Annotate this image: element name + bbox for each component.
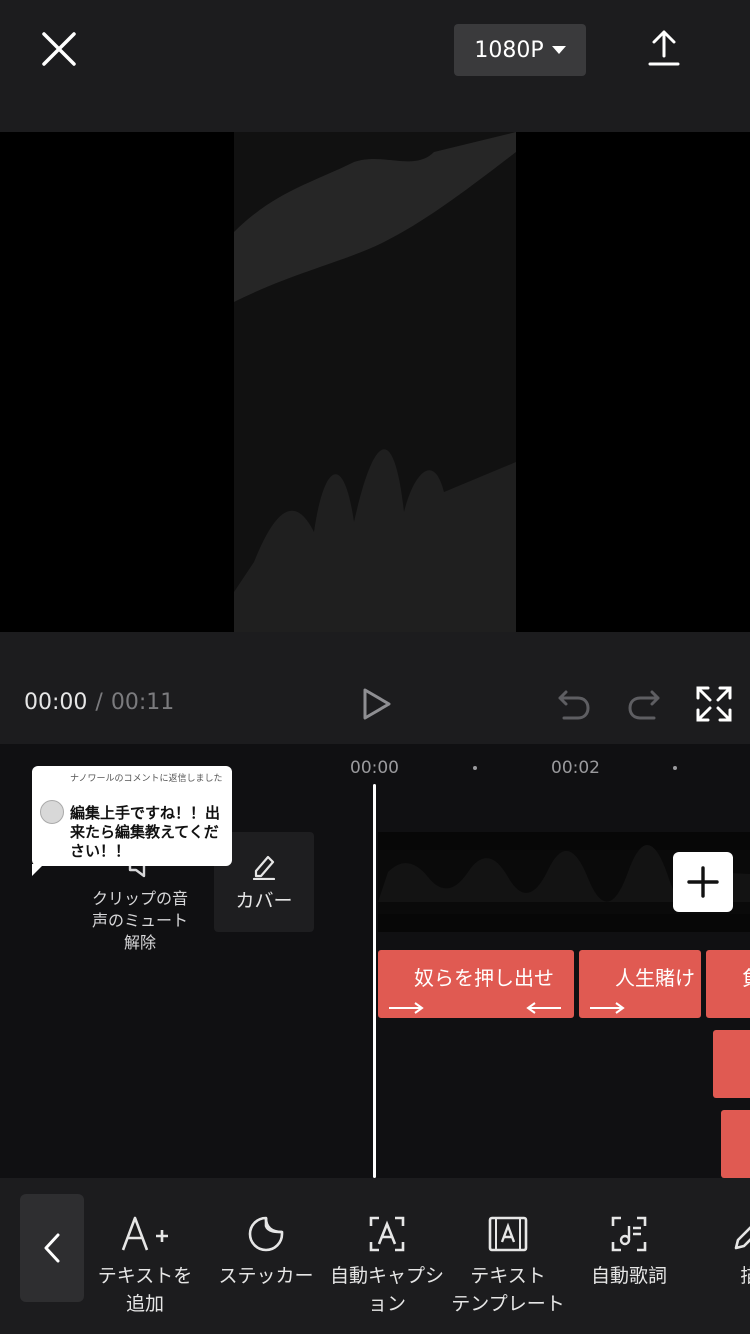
draw-tool[interactable]: 描	[690, 1212, 750, 1290]
text-add-icon	[85, 1212, 205, 1256]
export-icon[interactable]	[642, 26, 686, 70]
time-display: 00:00 / 00:11	[24, 690, 174, 715]
top-bar: 1080P	[0, 0, 750, 132]
text-clip-label: 人生賭け	[615, 966, 695, 990]
draw-icon	[690, 1212, 750, 1256]
auto-lyrics-tool[interactable]: 自動歌詞	[569, 1212, 689, 1290]
comment-message: 編集上手ですね！！出来たら編集教えてください！！	[70, 804, 221, 860]
sticker-tool[interactable]: ステッカー	[206, 1212, 326, 1290]
play-icon[interactable]	[356, 684, 396, 724]
tool-label: 自動歌詞	[590, 1265, 667, 1287]
ruler-dot	[673, 766, 677, 770]
add-text-tool[interactable]: テキストを 追加	[85, 1212, 205, 1318]
sticker-icon	[206, 1212, 326, 1256]
text-clip[interactable]	[721, 1110, 750, 1178]
video-preview[interactable]	[0, 132, 750, 632]
text-template-tool[interactable]: テキスト テンプレート	[448, 1212, 568, 1318]
preview-frame	[234, 132, 516, 632]
time-separator: /	[95, 690, 103, 715]
auto-caption-icon	[327, 1212, 447, 1256]
undo-icon[interactable]	[554, 684, 594, 724]
text-clip-label: 負	[742, 962, 750, 991]
caret-down-icon	[551, 46, 566, 54]
resolution-dropdown[interactable]: 1080P	[454, 24, 586, 76]
arrow-left-icon	[526, 1002, 561, 1014]
auto-lyrics-icon	[569, 1212, 689, 1256]
current-time: 00:00	[24, 690, 88, 715]
reply-header: ナノワールのコメントに返信しました	[70, 774, 223, 784]
tool-label: 自動キャプシ ョン	[329, 1265, 444, 1315]
ruler-label-1: 00:02	[551, 758, 600, 778]
tool-label: テキスト テンプレート	[451, 1265, 565, 1315]
playback-bar: 00:00 / 00:11	[0, 632, 750, 744]
cover-label: カバー	[235, 889, 293, 912]
back-button[interactable]	[20, 1194, 84, 1302]
add-clip-button[interactable]	[673, 852, 733, 912]
resolution-label: 1080P	[474, 37, 544, 63]
tool-label: ステッカー	[218, 1265, 314, 1287]
chevron-left-icon	[44, 1233, 60, 1263]
text-clip[interactable]: 奴らを押し出せ	[378, 950, 574, 1018]
plus-icon	[687, 866, 719, 898]
timeline[interactable]: 00:00 00:02 クリップの音 声のミュート 解除 カバー 奴らを押し出せ…	[0, 744, 750, 1178]
text-clip[interactable]	[713, 1030, 750, 1098]
fullscreen-icon[interactable]	[694, 684, 734, 724]
text-template-icon	[448, 1212, 568, 1256]
playhead[interactable]	[373, 784, 376, 1178]
comment-reply-sticker[interactable]: ナノワールのコメントに返信しました 編集上手ですね！！出来たら編集教えてください…	[32, 766, 232, 876]
arrow-right-icon	[389, 1002, 424, 1014]
text-clip-label: 奴らを押し出せ	[414, 966, 554, 990]
mute-label: クリップの音 声のミュート 解除	[91, 889, 188, 952]
bottom-toolbar: テキストを 追加 ステッカー 自動キャプシ ョン テキスト テンプレート 自動歌…	[0, 1178, 750, 1334]
ruler-label-0: 00:00	[350, 758, 399, 778]
tool-label: テキストを 追加	[97, 1265, 193, 1315]
ruler-dot	[473, 766, 477, 770]
text-clip[interactable]: 負	[706, 950, 750, 1018]
auto-caption-tool[interactable]: 自動キャプシ ョン	[327, 1212, 447, 1318]
pencil-icon	[252, 855, 276, 880]
avatar	[40, 800, 64, 824]
redo-icon[interactable]	[624, 684, 664, 724]
arrow-right-icon	[590, 1002, 625, 1014]
text-clip[interactable]: 人生賭け	[579, 950, 701, 1018]
total-time: 00:11	[110, 690, 175, 715]
tool-label: 描	[740, 1265, 750, 1287]
close-icon[interactable]	[36, 26, 82, 72]
